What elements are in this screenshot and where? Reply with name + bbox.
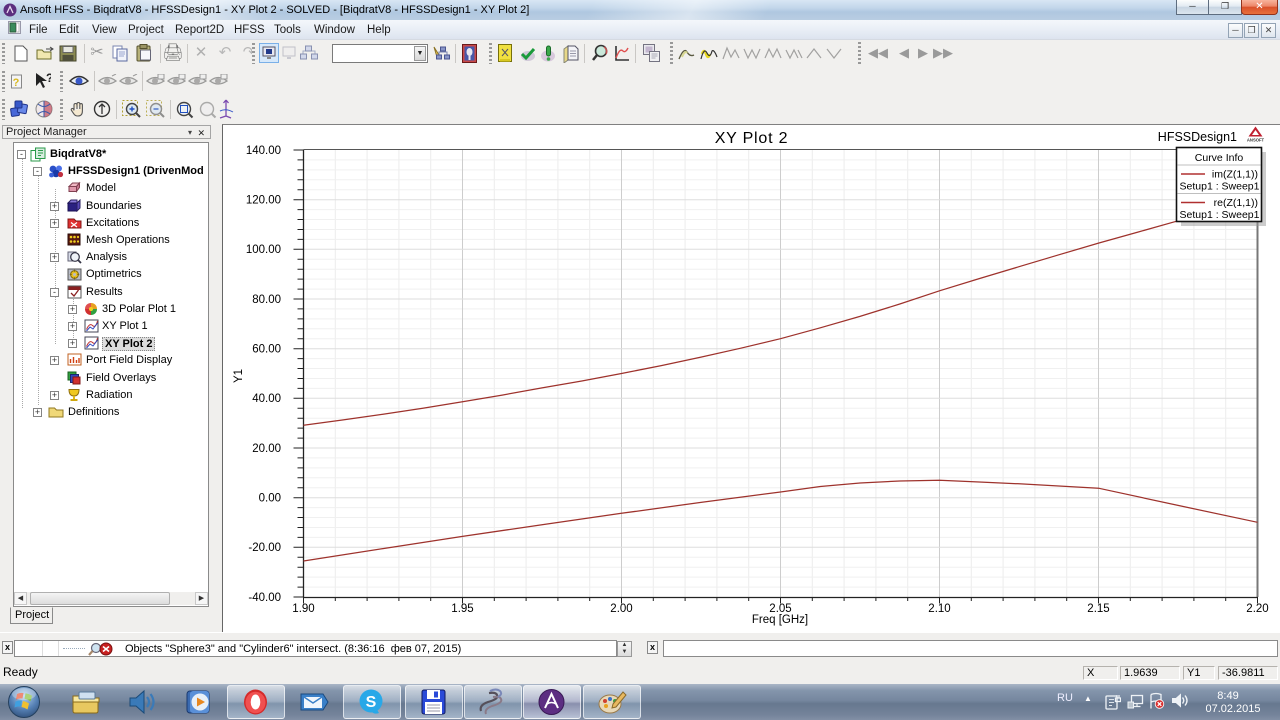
svg-text:im(Z(1,1)): im(Z(1,1)) <box>1212 169 1258 181</box>
svg-text:60.00: 60.00 <box>252 344 281 356</box>
svg-text:2.15: 2.15 <box>1087 603 1109 615</box>
svg-text:140.00: 140.00 <box>246 145 281 157</box>
svg-text:Setup1 : Sweep1: Setup1 : Sweep1 <box>1180 209 1260 221</box>
svg-text:2.20: 2.20 <box>1246 603 1268 615</box>
svg-text:100.00: 100.00 <box>246 244 281 256</box>
svg-text:2.00: 2.00 <box>610 603 632 615</box>
svg-text:-20.00: -20.00 <box>248 542 281 554</box>
svg-text:Curve Info: Curve Info <box>1195 152 1244 164</box>
svg-text:0.00: 0.00 <box>259 493 281 505</box>
svg-text:1.90: 1.90 <box>292 603 314 615</box>
svg-text:Setup1 : Sweep1: Setup1 : Sweep1 <box>1180 181 1260 193</box>
svg-text:2.10: 2.10 <box>928 603 950 615</box>
svg-text:re(Z(1,1)): re(Z(1,1)) <box>1214 197 1258 209</box>
svg-text:20.00: 20.00 <box>252 443 281 455</box>
svg-text:Freq [GHz]: Freq [GHz] <box>752 614 808 626</box>
svg-text:S: S <box>366 694 377 711</box>
svg-text:?: ? <box>46 72 51 85</box>
svg-text:-40.00: -40.00 <box>248 592 281 604</box>
svg-text:XY Plot 2: XY Plot 2 <box>715 130 789 147</box>
svg-text:Y1: Y1 <box>233 369 245 383</box>
svg-text:1.95: 1.95 <box>451 603 473 615</box>
svg-text:40.00: 40.00 <box>252 393 281 405</box>
svg-text:?: ? <box>13 77 20 89</box>
svg-text:120.00: 120.00 <box>246 195 281 207</box>
svg-text:HFSSDesign1: HFSSDesign1 <box>1158 130 1237 144</box>
svg-text:ANSOFT: ANSOFT <box>1247 138 1265 143</box>
svg-text:80.00: 80.00 <box>252 294 281 306</box>
